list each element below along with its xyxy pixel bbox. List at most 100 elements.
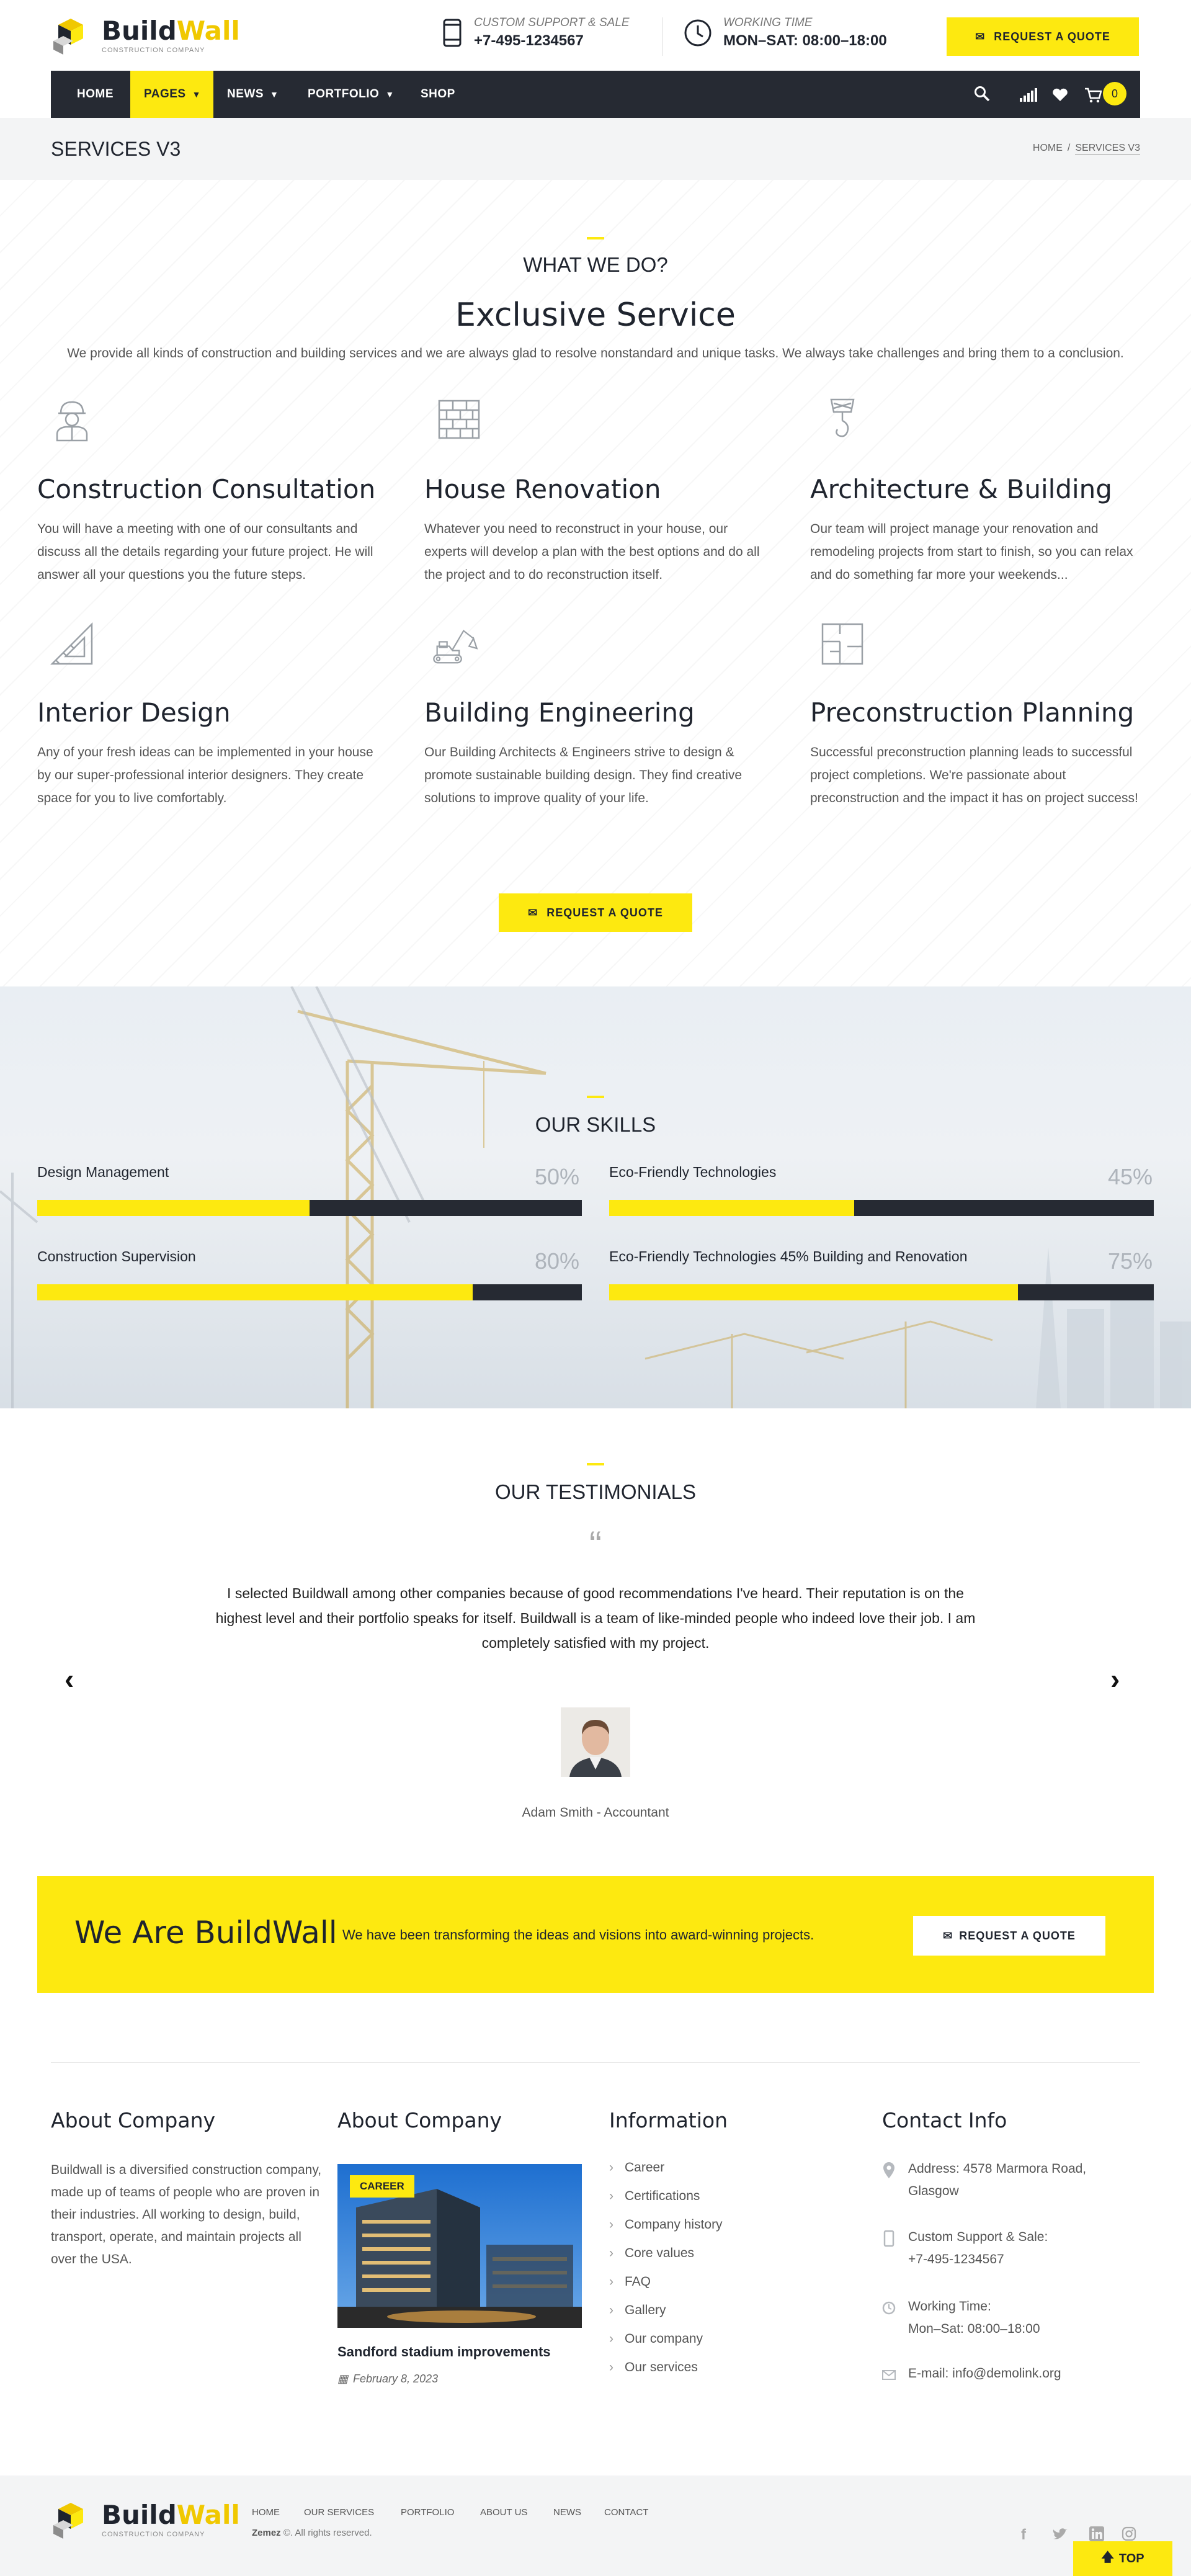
carousel-prev-arrow[interactable]: ‹: [65, 1665, 74, 1693]
header-quote-label: Request a Quote: [994, 30, 1110, 43]
copyright-brand[interactable]: Zemez: [252, 2528, 281, 2538]
footer-link[interactable]: › Certifications: [609, 2189, 700, 2204]
footer-link[interactable]: › Career: [609, 2160, 664, 2175]
contact-email[interactable]: E-mail: info@demolink.org: [882, 2363, 1061, 2385]
service-text: Our Building Architects & Engineers stri…: [424, 745, 743, 805]
chevron-right-icon: ›: [609, 2246, 613, 2260]
support-info: Custom Support & Sale +7-495-1234567: [442, 16, 630, 50]
skills-section: OUR SKILLS Design Management 50% Eco-Fri…: [0, 986, 1191, 1408]
chevron-down-icon: ▼: [385, 89, 395, 99]
brand-tagline: Construction Company: [102, 47, 205, 54]
testimonials-heading: OUR TESTIMONIALS: [495, 1480, 696, 1503]
footer-link[interactable]: › Gallery: [609, 2303, 666, 2318]
crane-hook-icon: [830, 398, 855, 437]
facebook-icon[interactable]: f: [1021, 2526, 1026, 2544]
service-title: Architecture & Building: [810, 474, 1112, 504]
footer-about-title: About Company: [51, 2108, 216, 2132]
cranes-background-image: [0, 986, 1191, 1408]
page-header: SERVICES V3 HOME / SERVICES V3: [0, 118, 1191, 180]
header-quote-button[interactable]: ✉ Request a Quote: [947, 17, 1139, 56]
services-quote-button[interactable]: ✉ Request a Quote: [499, 893, 692, 932]
skill-bar-fill: [609, 1284, 1018, 1300]
set-square-icon: [50, 622, 93, 665]
footer-link[interactable]: › Company history: [609, 2217, 723, 2232]
section-accent: [587, 1096, 604, 1098]
skill-percent: 80%: [534, 1248, 579, 1274]
post-category-badge[interactable]: CAREER: [350, 2175, 414, 2198]
nav-pages[interactable]: PAGES ▼: [130, 71, 213, 118]
chevron-right-icon: ›: [609, 2217, 613, 2232]
service-text: Any of your fresh ideas can be implement…: [37, 745, 373, 805]
cta-banner: We Are BuildWall We have been transformi…: [37, 1876, 1154, 1993]
excavator-icon: [433, 630, 478, 664]
instagram-icon[interactable]: [1122, 2526, 1136, 2541]
post-title[interactable]: Sandford stadium improvements: [337, 2344, 551, 2360]
envelope-icon: ✉: [528, 906, 538, 919]
chevron-right-icon: ›: [609, 2303, 613, 2317]
brand-name-part2: Wall: [176, 16, 240, 46]
services-heading: Exclusive Service: [455, 297, 736, 334]
bottom-link-news[interactable]: NEWS: [553, 2507, 581, 2518]
cta-heading: We Are BuildWall: [74, 1915, 337, 1951]
contact-hours: Working Time: Mon–Sat: 08:00–18:00: [882, 2296, 1040, 2340]
cta-quote-button[interactable]: ✉ Request a Quote: [913, 1916, 1105, 1956]
floor-plan-icon: [821, 623, 863, 665]
footer-link[interactable]: › Our services: [609, 2360, 698, 2375]
skill-bar-fill: [37, 1200, 310, 1216]
heart-icon[interactable]: [1052, 88, 1068, 102]
service-text: You will have a meeting with one of our …: [37, 522, 373, 582]
services-kicker: WHAT WE DO?: [523, 253, 668, 276]
skill-bar: [37, 1284, 582, 1300]
cta-text: We have been transforming the ideas and …: [342, 1927, 814, 1943]
nav-shop[interactable]: SHOP: [407, 71, 469, 118]
clock-icon: [882, 2301, 896, 2315]
carousel-next-arrow[interactable]: ›: [1110, 1665, 1120, 1693]
nav-portfolio[interactable]: PORTFOLIO ▼: [294, 71, 408, 118]
breadcrumb-home[interactable]: HOME: [1033, 143, 1063, 154]
worker-icon: [56, 401, 88, 442]
footer-logo[interactable]: BuildWall Construction Company: [51, 2500, 240, 2540]
linkedin-icon[interactable]: [1089, 2526, 1104, 2541]
phone-icon: [443, 19, 462, 47]
skills-heading: OUR SKILLS: [535, 1113, 656, 1136]
breadcrumb: HOME / SERVICES V3: [1033, 143, 1140, 154]
footer-information-title: Information: [609, 2108, 728, 2132]
bottom-link-contact[interactable]: CONTACT: [604, 2507, 648, 2518]
cart-icon[interactable]: [1084, 87, 1102, 103]
footer-link[interactable]: › Our company: [609, 2332, 703, 2346]
skill-label: Design Management: [37, 1164, 169, 1180]
hours-value: MON–SAT: 08:00–18:00: [723, 32, 887, 49]
nav-home[interactable]: HOME: [63, 71, 127, 118]
nav-news[interactable]: NEWS ▼: [213, 71, 292, 118]
back-to-top-label: TOP: [1118, 2551, 1144, 2565]
brand-logo[interactable]: BuildWall Construction Company: [51, 16, 240, 56]
twitter-icon[interactable]: [1052, 2528, 1068, 2541]
cta-quote-label: Request a Quote: [959, 1929, 1076, 1942]
bottom-link-services[interactable]: OUR SERVICES: [304, 2507, 374, 2518]
footer-link[interactable]: › Core values: [609, 2246, 694, 2261]
skill-percent: 45%: [1107, 1164, 1153, 1189]
footer-link[interactable]: › FAQ: [609, 2274, 651, 2289]
brick-wall-icon: [438, 400, 480, 439]
footer-divider: [51, 2062, 1140, 2063]
skill-bar-fill: [609, 1200, 855, 1216]
author-avatar: [561, 1707, 630, 1777]
search-icon[interactable]: [974, 86, 990, 102]
service-text: Whatever you need to reconstruct in your…: [424, 522, 760, 582]
quote-icon: “: [589, 1524, 602, 1565]
skill-bar: [37, 1200, 582, 1216]
bottom-link-home[interactable]: HOME: [252, 2507, 280, 2518]
bottom-link-about[interactable]: ABOUT US: [480, 2507, 527, 2518]
skill-label: Eco-Friendly Technologies 45% Building a…: [609, 1248, 968, 1264]
contact-phone: Custom Support & Sale: +7-495-1234567: [882, 2226, 1048, 2271]
back-to-top-button[interactable]: 🡅 TOP: [1073, 2541, 1172, 2576]
chevron-right-icon: ›: [609, 2360, 613, 2374]
services-intro: We provide all kinds of construction and…: [67, 346, 1124, 360]
support-phone[interactable]: +7-495-1234567: [474, 32, 630, 50]
main-nav: HOME PAGES ▼ NEWS ▼ PORTFOLIO ▼ SHOP 0: [51, 71, 1140, 118]
page-title: SERVICES V3: [51, 138, 181, 160]
bottom-link-portfolio[interactable]: PORTFOLIO: [401, 2507, 454, 2518]
signal-icon[interactable]: [1020, 88, 1037, 102]
envelope-icon: ✉: [943, 1929, 953, 1942]
service-text: Successful preconstruction planning lead…: [810, 745, 1138, 805]
